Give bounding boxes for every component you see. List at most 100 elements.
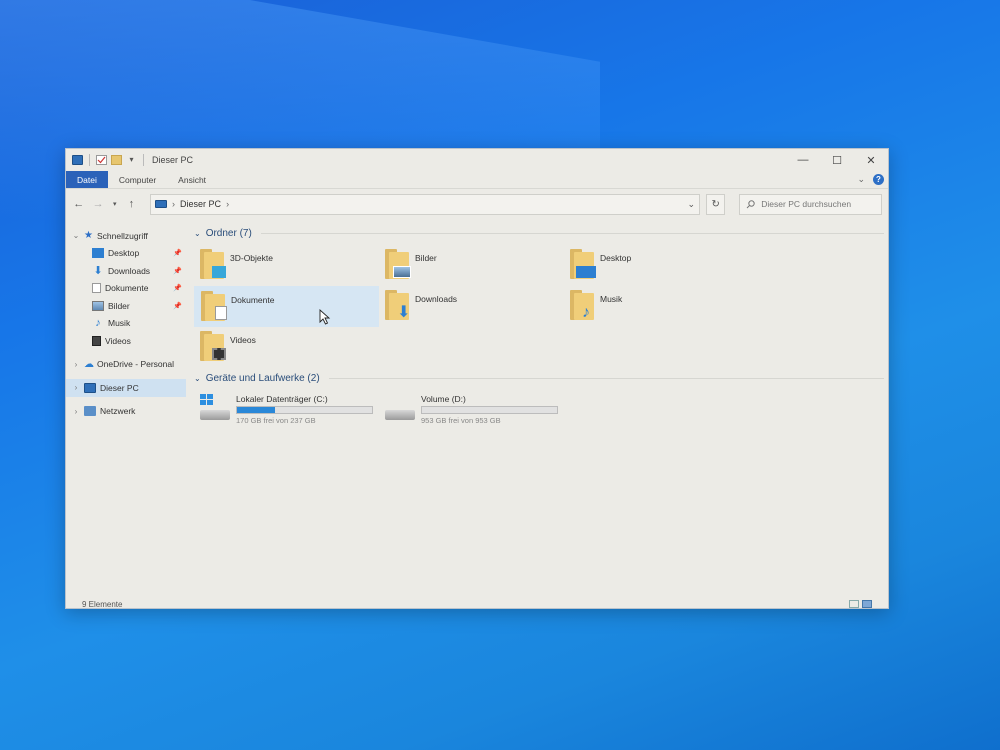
large-icons-view-icon[interactable] (862, 600, 872, 608)
drive-free-space: 170 GB frei von 237 GB (236, 416, 316, 425)
sidebar-item-schnellzugriff[interactable]: ⌄ ★ Schnellzugriff (66, 227, 186, 245)
content-pane: ⌄ Ordner (7) 3D-Objekte Bilder Desktop D… (186, 219, 888, 593)
navigation-pane: ⌄ ★ Schnellzugriff Desktop 📌 ⬇ Downloads… (66, 219, 186, 593)
close-button[interactable]: ✕ (854, 154, 888, 167)
forward-arrow-icon[interactable]: → (91, 198, 104, 210)
sidebar-item-desktop[interactable]: Desktop 📌 (66, 245, 186, 263)
sidebar-label: Schnellzugriff (96, 230, 148, 241)
folder-label: Videos (230, 335, 256, 345)
system-drive-icon (200, 394, 230, 420)
new-folder-icon[interactable] (111, 155, 122, 165)
address-bar[interactable]: › Dieser PC › ⌄ (150, 193, 700, 215)
drive-c[interactable]: Lokaler Datenträger (C:) 170 GB frei von… (194, 392, 379, 427)
folder-label: Downloads (415, 294, 458, 304)
expand-chevron-icon[interactable]: › (71, 383, 81, 392)
window-controls: — ☐ ✕ (786, 154, 888, 167)
search-icon (746, 199, 755, 208)
desktop-icon (92, 248, 104, 259)
refresh-button[interactable]: ↻ (705, 193, 726, 215)
up-arrow-icon[interactable]: ↑ (125, 198, 138, 210)
sidebar-item-videos[interactable]: Videos (66, 332, 186, 350)
sidebar-item-dieser-pc[interactable]: › Dieser PC (66, 379, 186, 397)
folders-grid: 3D-Objekte Bilder Desktop Dokumente ⬇ Do… (194, 245, 884, 368)
drive-d[interactable]: Volume (D:) 953 GB frei von 953 GB (379, 392, 564, 427)
item-count: 9 Elemente (82, 599, 123, 609)
folder-label: Musik (600, 294, 623, 304)
view-toggle (849, 600, 872, 608)
expand-ribbon-icon[interactable]: ⌄ (857, 174, 865, 185)
window-title: Dieser PC (152, 155, 194, 165)
help-icon[interactable]: ? (873, 174, 884, 185)
network-icon (84, 406, 96, 417)
customize-toolbar-icon[interactable]: ▾ (126, 155, 137, 165)
toolbar-separator (89, 154, 90, 166)
search-box[interactable]: Dieser PC durchsuchen (739, 193, 883, 215)
folder-label: 3D-Objekte (230, 253, 273, 263)
folders-group-header[interactable]: ⌄ Ordner (7) (194, 225, 884, 241)
folder-musik[interactable]: ♪ Musik (564, 286, 749, 327)
folder-label: Desktop (600, 253, 632, 263)
details-view-icon[interactable] (849, 600, 859, 608)
collapse-chevron-icon[interactable]: ⌄ (194, 374, 201, 383)
folder-label: Bilder (415, 253, 437, 263)
collapse-chevron-icon[interactable]: ⌄ (71, 231, 81, 240)
breadcrumb-dieser-pc[interactable]: Dieser PC (180, 199, 221, 209)
navigation-bar: ← → ▾ ↑ › Dieser PC › ⌄ ↻ Dieser PC durc… (66, 189, 888, 219)
minimize-button[interactable]: — (786, 154, 820, 167)
desktop-icon (576, 266, 596, 278)
address-pc-icon (155, 200, 168, 208)
sidebar-item-downloads[interactable]: ⬇ Downloads 📌 (66, 262, 186, 280)
mouse-pointer-icon (319, 309, 331, 325)
document-icon (215, 306, 227, 320)
ribbon-tabs: Datei Computer Ansicht ⌄ ? (66, 171, 888, 189)
drive-name: Volume (D:) (421, 394, 466, 404)
folder-bilder[interactable]: Bilder (379, 245, 564, 286)
status-bar: 9 Elemente (66, 593, 888, 615)
drive-info: Lokaler Datenträger (C:) 170 GB frei von… (236, 394, 373, 425)
collapse-chevron-icon[interactable]: ⌄ (194, 229, 201, 238)
folder-downloads[interactable]: ⬇ Downloads (379, 286, 564, 327)
this-pc-icon (72, 155, 83, 165)
expand-chevron-icon[interactable]: › (71, 360, 81, 369)
folder-icon (570, 249, 596, 279)
film-icon (212, 348, 226, 360)
sidebar-item-musik[interactable]: ♪ Musik (66, 315, 186, 333)
folder-3d-objekte[interactable]: 3D-Objekte (194, 245, 379, 286)
sidebar-item-onedrive[interactable]: › ☁ OneDrive - Personal (66, 356, 186, 374)
folder-dokumente[interactable]: Dokumente (194, 286, 379, 327)
search-placeholder: Dieser PC durchsuchen (761, 199, 852, 209)
pin-icon: 📌 (173, 250, 182, 258)
tab-datei[interactable]: Datei (66, 171, 108, 188)
address-dropdown-icon[interactable]: ⌄ (687, 199, 695, 210)
picture-icon (393, 266, 411, 278)
tab-ansicht[interactable]: Ansicht (167, 171, 217, 188)
back-arrow-icon[interactable]: ← (72, 198, 85, 210)
folder-videos[interactable]: Videos (194, 327, 379, 368)
tab-computer[interactable]: Computer (108, 171, 167, 188)
pin-icon: 📌 (173, 285, 182, 293)
folder-desktop[interactable]: Desktop (564, 245, 749, 286)
maximize-button[interactable]: ☐ (820, 154, 854, 167)
drives-group-header[interactable]: ⌄ Geräte und Laufwerke (2) (194, 370, 884, 386)
film-icon (92, 335, 101, 346)
drive-usage-bar (236, 406, 373, 414)
recent-locations-chevron-icon[interactable]: ▾ (111, 200, 119, 208)
sidebar-item-bilder[interactable]: Bilder 📌 (66, 297, 186, 315)
folder-icon (200, 331, 226, 361)
group-divider (260, 232, 884, 234)
sidebar-label: Dieser PC (100, 382, 139, 393)
sidebar-label: Bilder (108, 300, 130, 311)
drive-info: Volume (D:) 953 GB frei von 953 GB (421, 394, 558, 425)
properties-icon[interactable] (96, 155, 107, 165)
expand-chevron-icon[interactable]: › (71, 407, 81, 416)
folder-icon: ♪ (570, 290, 594, 321)
sidebar-item-netzwerk[interactable]: › Netzwerk (66, 403, 186, 421)
sidebar-label: OneDrive - Personal (97, 359, 175, 370)
breadcrumb-root-chevron[interactable]: › (172, 199, 175, 209)
cloud-icon: ☁ (84, 358, 94, 370)
drives-list: Lokaler Datenträger (C:) 170 GB frei von… (194, 392, 884, 427)
breadcrumb-chevron[interactable]: › (226, 199, 229, 209)
sidebar-label: Desktop (108, 248, 140, 259)
pin-icon: 📌 (173, 302, 182, 310)
sidebar-item-dokumente[interactable]: Dokumente 📌 (66, 280, 186, 298)
